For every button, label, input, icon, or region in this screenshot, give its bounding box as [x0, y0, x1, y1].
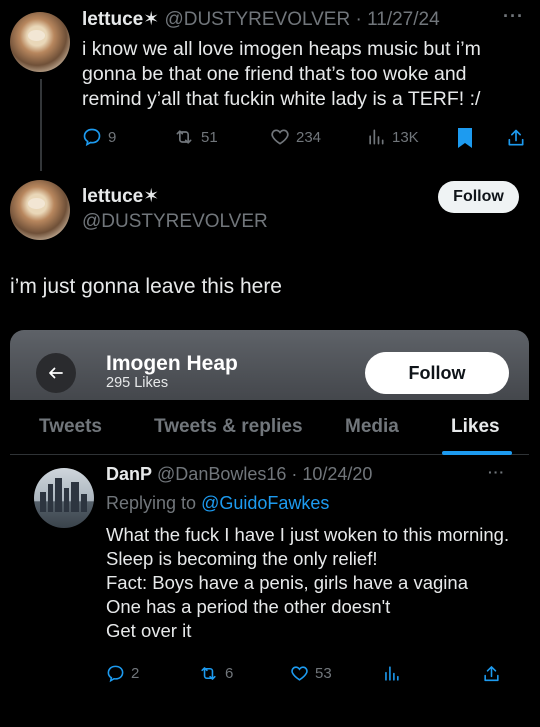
- tab-likes[interactable]: Likes: [451, 416, 500, 438]
- share-icon: [508, 129, 524, 146]
- handle-and-date[interactable]: @DanBowles16 · 10/24/20: [157, 464, 372, 484]
- share-icon: [484, 666, 499, 682]
- bookmark-icon: [458, 128, 472, 148]
- reply-icon: [107, 665, 124, 683]
- tweet-text: i know we all love imogen heaps music bu…: [82, 38, 481, 110]
- more-dots-icon[interactable]: ···: [503, 6, 524, 27]
- views-button[interactable]: 13K: [366, 127, 419, 147]
- follow-button[interactable]: Follow: [365, 352, 509, 394]
- back-arrow-button[interactable]: [36, 353, 76, 393]
- views-chart-icon: [369, 129, 384, 145]
- views-button[interactable]: [382, 664, 401, 683]
- reply-count: 9: [108, 128, 117, 146]
- heart-icon: [271, 129, 289, 145]
- reply-button[interactable]: 9: [82, 127, 116, 147]
- like-count: 53: [315, 665, 332, 682]
- retweet-icon: [201, 667, 216, 680]
- profile-header: Imogen Heap 295 Likes Follow: [10, 330, 529, 400]
- retweet-count: 6: [225, 665, 234, 682]
- like-button[interactable]: 234: [270, 127, 321, 147]
- avatar[interactable]: [10, 180, 70, 240]
- profile-tabs: Tweets Tweets & replies Media Likes: [10, 400, 529, 455]
- heart-icon: [291, 666, 308, 681]
- retweet-icon: [176, 130, 192, 144]
- replying-prefix: Replying to: [106, 493, 202, 513]
- retweet-button[interactable]: 51: [173, 127, 218, 147]
- embedded-screenshot[interactable]: Imogen Heap 295 Likes Follow Tweets Twee…: [10, 330, 529, 727]
- handle-and-date[interactable]: @DUSTYREVOLVER · 11/27/24: [164, 9, 439, 30]
- display-name[interactable]: lettuce✶: [82, 9, 159, 30]
- avatar[interactable]: [10, 12, 70, 72]
- active-tab-indicator: [442, 451, 512, 455]
- mention-link[interactable]: @GuidoFawkes: [201, 493, 329, 513]
- reply-icon: [83, 128, 101, 147]
- tab-media[interactable]: Media: [345, 416, 399, 438]
- bookmark-button[interactable]: [456, 127, 474, 149]
- tab-tweets-replies[interactable]: Tweets & replies: [154, 416, 303, 438]
- views-chart-icon: [385, 666, 399, 681]
- handle[interactable]: @DUSTYREVOLVER: [82, 211, 268, 233]
- reply-button[interactable]: 2: [106, 664, 139, 683]
- share-button[interactable]: [506, 127, 526, 149]
- profile-name: Imogen Heap: [106, 352, 238, 375]
- display-name[interactable]: DanP: [106, 464, 152, 484]
- display-name[interactable]: lettuce✶: [82, 185, 159, 208]
- tab-tweets[interactable]: Tweets: [39, 416, 102, 438]
- views-count: 13K: [392, 128, 419, 146]
- post-text: What the fuck I have I just woken to thi…: [106, 524, 510, 641]
- likes-count: 295 Likes: [106, 375, 169, 391]
- tweet-header: lettuce✶ @DUSTYREVOLVER · 11/27/24: [82, 8, 440, 31]
- thread-connector-line: [40, 79, 42, 171]
- retweet-button[interactable]: 6: [198, 664, 233, 683]
- like-count: 234: [296, 128, 322, 146]
- back-arrow-icon: [49, 367, 63, 379]
- reply-count: 2: [131, 665, 140, 682]
- more-dots-icon[interactable]: ···: [488, 464, 505, 480]
- like-button[interactable]: 53: [290, 664, 332, 683]
- avatar[interactable]: [34, 468, 94, 528]
- tweet-text: i’m just gonna leave this here: [10, 275, 282, 298]
- share-button[interactable]: [482, 664, 501, 684]
- replying-to: Replying to @GuidoFawkes: [106, 493, 329, 514]
- post-header: DanP @DanBowles16 · 10/24/20: [106, 464, 372, 485]
- retweet-count: 51: [201, 128, 218, 146]
- follow-button[interactable]: Follow: [438, 181, 519, 213]
